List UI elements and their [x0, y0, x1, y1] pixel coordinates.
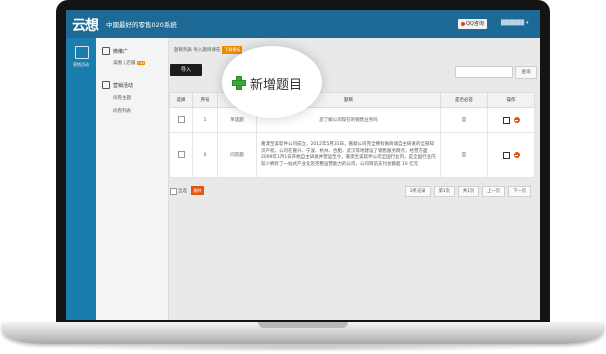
delete-icon[interactable]	[513, 117, 520, 123]
sidebar: 微推广 美图 | 店铺 hot 营销活动 问卷主题 问卷列表	[96, 38, 169, 320]
row-required: 是	[440, 107, 488, 133]
search-input[interactable]	[455, 66, 513, 78]
logo: 云想	[72, 18, 99, 34]
laptop-shadow	[60, 344, 546, 352]
breadcrumb: 题目列表 导入题目请先 下载模板	[174, 46, 243, 54]
sidebar-item-survey-topic[interactable]: 问卷主题	[113, 95, 131, 101]
total-pages: 共1页	[457, 186, 480, 197]
sidebar-section-weituiguang[interactable]: 微推广	[113, 48, 128, 55]
share-icon	[102, 47, 110, 55]
row-type: 问答题	[217, 132, 257, 178]
question-table: 选择 序号 题目 是否必答 操作 1 单选题 您了解公司现在的销售业务吗 是 0…	[169, 92, 535, 178]
batch-delete-button[interactable]: 删除	[191, 186, 204, 195]
column-header: 序号	[192, 92, 218, 108]
import-button[interactable]: 导入	[170, 64, 202, 76]
column-header: 选择	[169, 92, 193, 108]
user-name[interactable]: ██████	[501, 20, 524, 26]
hot-badge: hot	[137, 61, 146, 65]
row-index: 0	[192, 132, 218, 178]
row-required: 是	[440, 132, 488, 178]
calendar-icon	[102, 81, 110, 89]
select-all-checkbox[interactable]	[170, 188, 177, 195]
record-count: 2条记录	[404, 186, 431, 197]
prev-page-button[interactable]: 上一页	[482, 186, 506, 197]
sidebar-section-yingxiao[interactable]: 营销活动	[113, 82, 133, 89]
select-all-label[interactable]: 全选	[178, 188, 187, 194]
search-button[interactable]: 查询	[515, 66, 537, 79]
user-menu-chevron-icon[interactable]: ▾	[526, 20, 529, 26]
add-question-button[interactable]: 新增题目	[250, 74, 302, 93]
sidebar-item-meitu[interactable]: 美图 | 店铺 hot	[113, 60, 146, 66]
column-header: 操作	[487, 92, 535, 108]
download-template-button[interactable]: 下载模板	[222, 46, 243, 54]
app-icon[interactable]	[75, 46, 89, 59]
qq-icon	[461, 21, 465, 26]
row-title: 嘉澳至美软件公司成立，2012年5月31日，嘉献公司完全拥有微商城自主研发的全部…	[256, 132, 441, 178]
row-index: 1	[192, 107, 218, 133]
table-footer: 全选 删除 2条记录 第1页 共1页 上一页 下一页	[169, 184, 535, 198]
table-row: 1 单选题 您了解公司现在的销售业务吗 是	[169, 107, 535, 133]
app-title: 中國最好的零售020系統	[106, 21, 177, 29]
table-row: 0 问答题 嘉澳至美软件公司成立，2012年5月31日，嘉献公司完全拥有微商城自…	[169, 132, 535, 178]
row-checkbox[interactable]	[177, 150, 185, 158]
laptop-notch	[258, 322, 348, 328]
qq-consult-button[interactable]: QQ咨询	[458, 19, 487, 29]
pagination: 2条记录 第1页 共1页 上一页 下一页	[404, 186, 531, 197]
edit-icon[interactable]	[502, 151, 510, 159]
current-page: 第1页	[433, 186, 455, 197]
plus-icon[interactable]	[232, 76, 246, 90]
qq-label: QQ咨询	[466, 21, 484, 27]
row-checkbox[interactable]	[177, 115, 185, 123]
sidebar-item-survey-list[interactable]: 问卷列表	[113, 108, 131, 114]
module-rail: 营销活动	[66, 38, 96, 320]
edit-icon[interactable]	[502, 116, 510, 124]
delete-icon[interactable]	[513, 152, 520, 158]
header-bar: 云想 中國最好的零售020系統 QQ咨询 ██████ ▾	[66, 10, 540, 38]
module-label[interactable]: 营销活动	[68, 62, 94, 68]
column-header: 是否必答	[440, 92, 488, 108]
next-page-button[interactable]: 下一页	[508, 186, 531, 197]
